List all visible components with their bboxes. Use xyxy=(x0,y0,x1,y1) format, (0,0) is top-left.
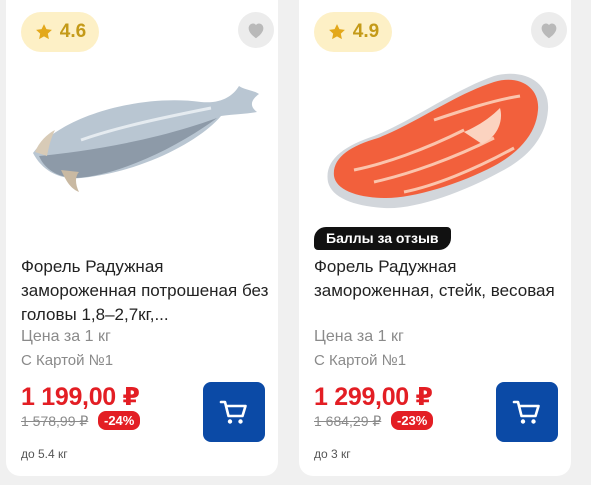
heart-icon xyxy=(541,23,557,39)
add-to-cart-button[interactable] xyxy=(496,382,558,442)
cart-icon xyxy=(219,400,247,424)
rating-badge: 4.6 xyxy=(21,12,99,52)
product-card[interactable]: 4.9 Баллы за отзыв Форель Радужная замор… xyxy=(299,0,571,476)
product-image[interactable] xyxy=(314,60,554,220)
star-icon xyxy=(35,24,52,40)
favorite-button[interactable] xyxy=(238,12,274,48)
old-price: 1 684,29 ₽ xyxy=(314,413,382,429)
current-price: 1 299,00 ₽ xyxy=(314,383,433,411)
loyalty-card-label: С Картой №1 xyxy=(21,352,114,369)
rating-badge: 4.9 xyxy=(314,12,392,52)
cart-icon xyxy=(512,400,540,424)
product-title[interactable]: Форель Радужная замороженная, стейк, вес… xyxy=(314,255,564,303)
current-price: 1 199,00 ₽ xyxy=(21,383,140,411)
discount-badge: -24% xyxy=(98,411,141,430)
favorite-button[interactable] xyxy=(531,12,567,48)
rating-value: 4.9 xyxy=(352,21,380,42)
review-points-badge: Баллы за отзыв xyxy=(314,227,451,250)
heart-icon xyxy=(248,23,264,39)
weight-note: до 5.4 кг xyxy=(21,447,68,461)
add-to-cart-button[interactable] xyxy=(203,382,265,442)
weight-note: до 3 кг xyxy=(314,447,351,461)
loyalty-card-label: С Картой №1 xyxy=(314,352,407,369)
old-price: 1 578,99 ₽ xyxy=(21,413,89,429)
discount-badge: -23% xyxy=(391,411,434,430)
product-card[interactable]: 4.6 Форель Радужная замороженная потроше… xyxy=(6,0,278,476)
product-title[interactable]: Форель Радужная замороженная потрошеная … xyxy=(21,255,271,327)
star-icon xyxy=(328,24,345,40)
price-unit-label: Цена за 1 кг xyxy=(21,328,111,345)
product-image[interactable] xyxy=(21,60,261,220)
price-unit-label: Цена за 1 кг xyxy=(314,328,404,345)
rating-value: 4.6 xyxy=(59,21,87,42)
